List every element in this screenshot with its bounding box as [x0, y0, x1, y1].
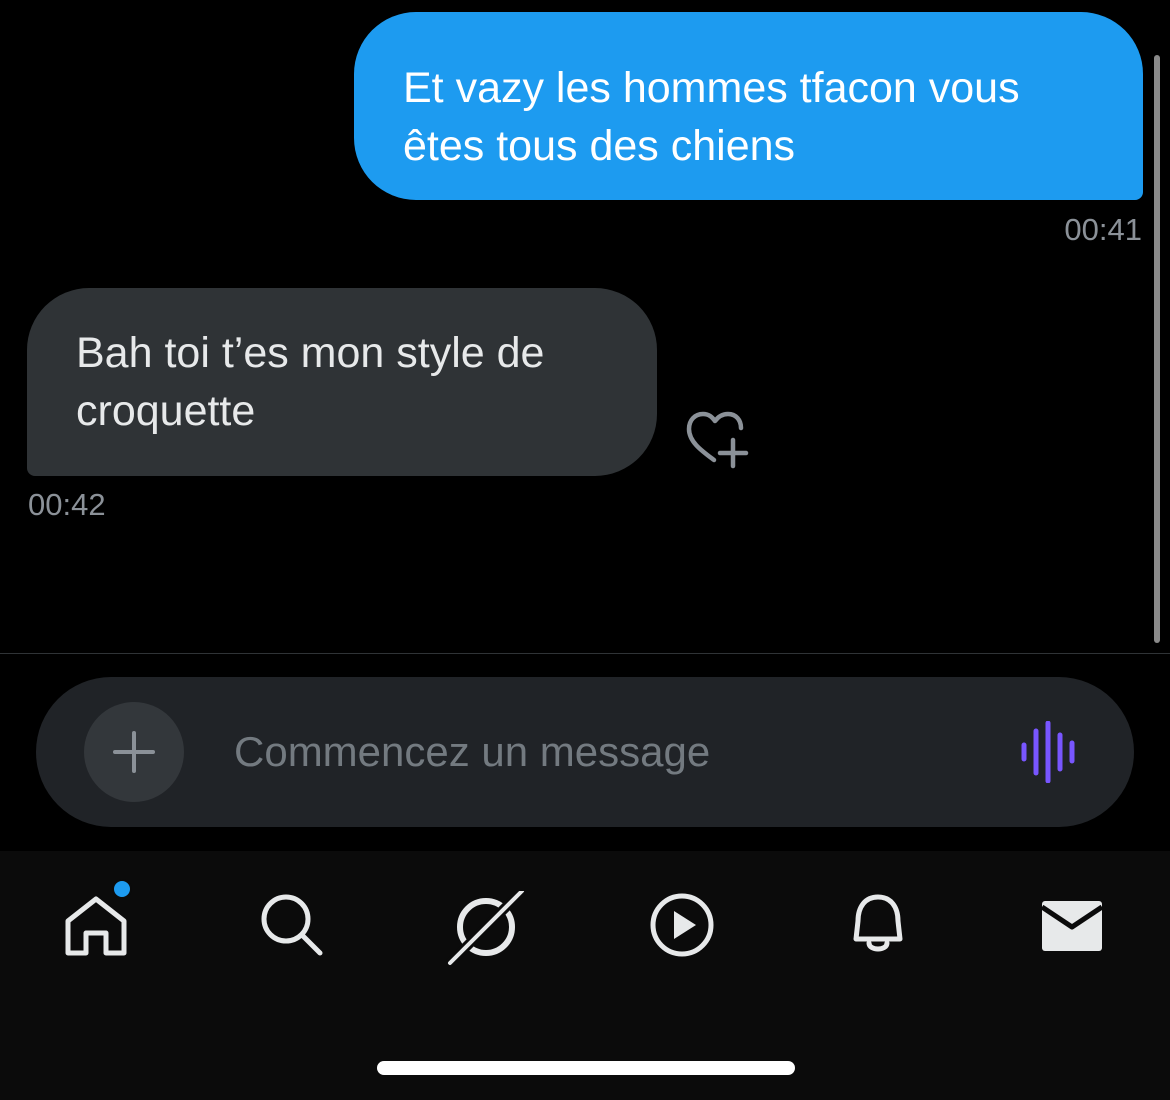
search-icon [261, 894, 323, 956]
message-input[interactable] [234, 722, 974, 782]
tab-grok[interactable] [446, 891, 526, 971]
message-composer [36, 677, 1134, 827]
add-attachment-button[interactable] [84, 702, 184, 802]
message-text-line: Bah toi t’es mon style de [76, 329, 545, 377]
heart-add-icon[interactable] [684, 410, 750, 470]
mail-icon [1040, 901, 1104, 951]
message-timestamp: 00:42 [28, 487, 106, 522]
tab-search[interactable] [258, 891, 338, 971]
home-indicator[interactable] [377, 1061, 795, 1075]
tab-messages[interactable] [1038, 891, 1118, 971]
plus-icon [113, 731, 155, 773]
composer-divider [0, 653, 1170, 654]
home-icon [65, 896, 127, 956]
scrollbar[interactable] [1154, 55, 1160, 643]
bell-icon [853, 894, 903, 952]
message-text-line: croquette [76, 387, 256, 435]
grok-icon [446, 891, 526, 967]
bottom-tab-bar [0, 851, 1170, 1100]
incoming-message-bubble[interactable]: Bah toi t’es mon style de croquette [27, 288, 657, 476]
message-timestamp: 00:41 [1064, 212, 1142, 247]
message-text-line: Et vazy les hommes tfacon vous [403, 64, 1020, 112]
conversation-area: Et vazy les hommes tfacon vous êtes tous… [0, 0, 1170, 653]
outgoing-message-bubble[interactable]: Et vazy les hommes tfacon vous êtes tous… [354, 12, 1143, 200]
message-text-line: êtes tous des chiens [403, 122, 796, 170]
voice-message-button[interactable] [1018, 720, 1082, 784]
play-icon [650, 893, 714, 957]
notification-dot [112, 879, 132, 899]
tab-video[interactable] [648, 891, 728, 971]
voice-waveform-icon [1021, 720, 1075, 784]
tab-home[interactable] [62, 879, 142, 971]
tab-notifications[interactable] [844, 891, 924, 971]
